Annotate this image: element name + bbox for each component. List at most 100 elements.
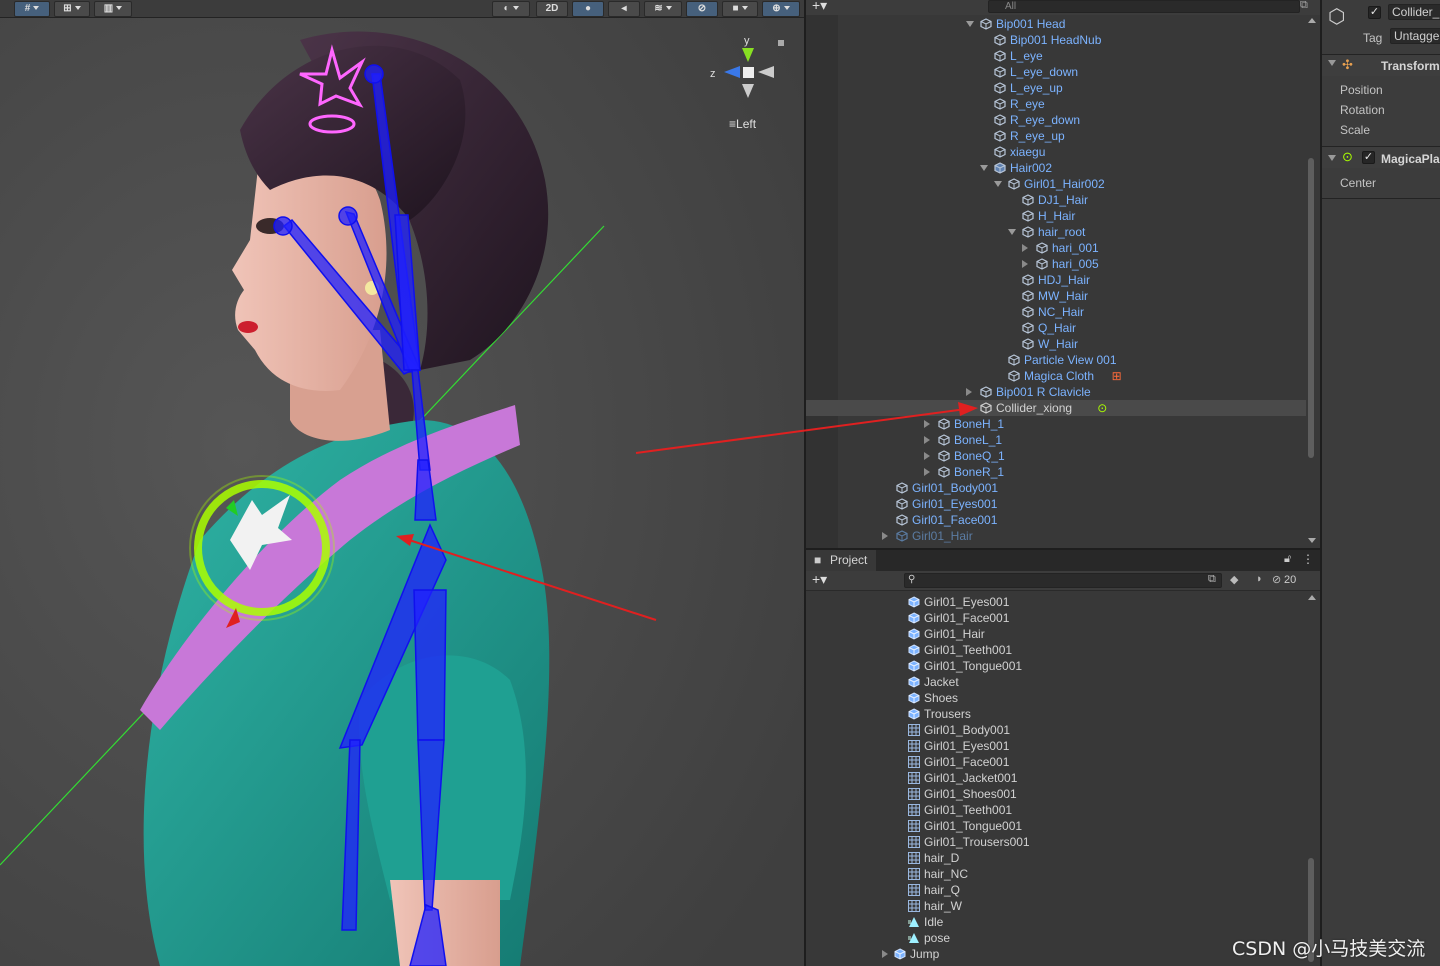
collapse-arrow-icon[interactable] — [966, 388, 972, 396]
scene-viewport[interactable]: y z — [0, 18, 804, 966]
collapse-arrow-icon[interactable] — [924, 452, 930, 460]
hierarchy-row[interactable]: hari_001 — [806, 240, 1306, 256]
component-enabled-checkbox[interactable]: ✓ — [1362, 151, 1375, 164]
hierarchy-row[interactable]: hair_root — [806, 224, 1306, 240]
shading-mode-button[interactable]: ◐ — [492, 1, 530, 17]
hierarchy-row[interactable]: Girl01_Face001 — [806, 512, 1306, 528]
scene-visibility-toggle[interactable]: ⊘ — [686, 1, 718, 17]
add-object-button[interactable]: +▾ — [812, 0, 827, 14]
create-asset-button[interactable]: +▾ — [812, 571, 827, 588]
collapse-arrow-icon[interactable] — [1328, 60, 1336, 66]
hierarchy-row[interactable]: Bip001 R Clavicle — [806, 384, 1306, 400]
tab-project[interactable]: ■ Project — [806, 550, 876, 571]
hierarchy-row[interactable]: Girl01_Eyes001 — [806, 496, 1306, 512]
hierarchy-row[interactable]: Bip001 HeadNub — [806, 32, 1306, 48]
expand-arrow-icon[interactable] — [882, 950, 888, 958]
hierarchy-scrollbar[interactable] — [1308, 158, 1314, 458]
label-filter-icon[interactable]: ◗ — [1256, 573, 1263, 585]
2d-toggle[interactable]: 2D — [536, 1, 568, 17]
scene-view[interactable]: # ⊞ ▥ ◐ 2D ● ◂ ≋ ⊘ ■ ⊕ y z ≡Left — [0, 0, 804, 966]
collapse-arrow-icon[interactable] — [924, 420, 930, 428]
asset-list-item[interactable]: Girl01_Trousers001 — [806, 834, 1306, 850]
hierarchy-row[interactable]: Hair002 — [806, 160, 1306, 176]
asset-list-item[interactable]: Girl01_Jacket001 — [806, 770, 1306, 786]
hierarchy-row[interactable]: W_Hair — [806, 336, 1306, 352]
hierarchy-row[interactable]: R_eye_down — [806, 112, 1306, 128]
hierarchy-row[interactable]: BoneL_1 — [806, 432, 1306, 448]
gizmo-center[interactable] — [743, 67, 754, 78]
hidden-packages-icon[interactable]: ⊘ — [1272, 573, 1281, 586]
hierarchy-row[interactable]: Girl01_Hair002 — [806, 176, 1306, 192]
asset-list-item[interactable]: Girl01_Body001 — [806, 722, 1306, 738]
hierarchy-row[interactable]: BoneH_1 — [806, 416, 1306, 432]
asset-list-item[interactable]: hair_Q — [806, 882, 1306, 898]
asset-list-item[interactable]: Girl01_Hair — [806, 626, 1306, 642]
asset-list-item[interactable]: hair_W — [806, 898, 1306, 914]
collapse-arrow-icon[interactable] — [882, 532, 888, 540]
asset-list-item[interactable]: Girl01_Tongue001 — [806, 818, 1306, 834]
asset-list-item[interactable]: Girl01_Tongue001 — [806, 658, 1306, 674]
asset-list-item[interactable]: Girl01_Shoes001 — [806, 786, 1306, 802]
hierarchy-row[interactable]: L_eye_up — [806, 80, 1306, 96]
asset-list-item[interactable]: Idle — [806, 914, 1306, 930]
hierarchy-row[interactable]: Particle View 001 — [806, 352, 1306, 368]
snap-button[interactable]: ⊞ — [54, 1, 90, 17]
hierarchy-row[interactable]: R_eye — [806, 96, 1306, 112]
hierarchy-row[interactable]: Collider_xiong ⊙ — [806, 400, 1306, 416]
draw-mode-button[interactable]: # — [14, 1, 50, 17]
hierarchy-row[interactable]: DJ1_Hair — [806, 192, 1306, 208]
hierarchy-row[interactable]: NC_Hair — [806, 304, 1306, 320]
hierarchy-row[interactable]: Q_Hair — [806, 320, 1306, 336]
asset-list-item[interactable]: Trousers — [806, 706, 1306, 722]
asset-list-item[interactable]: Girl01_Face001 — [806, 610, 1306, 626]
hierarchy-row[interactable]: H_Hair — [806, 208, 1306, 224]
expand-arrow-icon[interactable] — [966, 21, 974, 27]
scroll-up-icon[interactable] — [1308, 18, 1316, 23]
hierarchy-row[interactable]: BoneQ_1 — [806, 448, 1306, 464]
hierarchy-row[interactable]: Girl01_Hair — [806, 528, 1306, 544]
camera-button[interactable]: ■ — [722, 1, 758, 17]
effects-button[interactable]: ≋ — [644, 1, 682, 17]
expand-arrow-icon[interactable] — [994, 181, 1002, 187]
search-filter-icon[interactable]: ⧉ — [1208, 573, 1216, 586]
hierarchy-row[interactable]: Bip001 Head — [806, 16, 1306, 32]
active-checkbox[interactable]: ✓ — [1368, 6, 1381, 19]
asset-list-item[interactable]: Jump — [806, 946, 1306, 962]
collapse-arrow-icon[interactable] — [924, 436, 930, 444]
asset-list-item[interactable]: Jacket — [806, 674, 1306, 690]
asset-list-item[interactable]: Girl01_Face001 — [806, 754, 1306, 770]
asset-list-item[interactable]: pose — [806, 930, 1306, 946]
asset-list-item[interactable]: hair_NC — [806, 866, 1306, 882]
asset-list-item[interactable]: Girl01_Teeth001 — [806, 642, 1306, 658]
audio-toggle[interactable]: ◂ — [608, 1, 640, 17]
asset-list-item[interactable]: Girl01_Eyes001 — [806, 738, 1306, 754]
asset-list-item[interactable]: Girl01_Teeth001 — [806, 802, 1306, 818]
tag-dropdown[interactable]: Untagge — [1390, 28, 1440, 44]
hierarchy-search-input[interactable]: All — [988, 0, 1300, 13]
scroll-down-icon[interactable] — [1308, 538, 1316, 543]
lighting-toggle[interactable]: ● — [572, 1, 604, 17]
view-label[interactable]: ≡Left — [729, 117, 756, 131]
hierarchy-row[interactable]: MW_Hair — [806, 288, 1306, 304]
hierarchy-row[interactable]: hari_005 — [806, 256, 1306, 272]
hierarchy-row[interactable]: R_eye_up — [806, 128, 1306, 144]
scene-options-icon[interactable]: ⧉ — [1300, 0, 1308, 12]
object-name-field[interactable]: Collider_ — [1388, 4, 1440, 20]
asset-list-item[interactable]: hair_D — [806, 850, 1306, 866]
gizmos-button[interactable]: ⊕ — [762, 1, 800, 17]
magica-component-header[interactable]: ⊙ ✓ MagicaPla — [1322, 146, 1440, 168]
collapse-arrow-icon[interactable] — [1022, 244, 1028, 252]
type-filter-icon[interactable]: ◆ — [1230, 573, 1238, 586]
collapse-arrow-icon[interactable] — [1022, 260, 1028, 268]
expand-arrow-icon[interactable] — [980, 165, 988, 171]
transform-header[interactable]: ✣ Transform — [1322, 54, 1440, 76]
asset-list-item[interactable]: Shoes — [806, 690, 1306, 706]
project-scroll-up-icon[interactable] — [1308, 595, 1316, 600]
kebab-menu-icon[interactable]: ⋮ — [1302, 552, 1314, 566]
collapse-arrow-icon[interactable] — [1328, 155, 1336, 161]
expand-arrow-icon[interactable] — [1008, 229, 1016, 235]
gizmo-lock-icon[interactable] — [778, 40, 784, 46]
hierarchy-row[interactable]: HDJ_Hair — [806, 272, 1306, 288]
lock-icon[interactable]: 🔓︎ — [1284, 553, 1291, 566]
hierarchy-row[interactable]: L_eye_down — [806, 64, 1306, 80]
